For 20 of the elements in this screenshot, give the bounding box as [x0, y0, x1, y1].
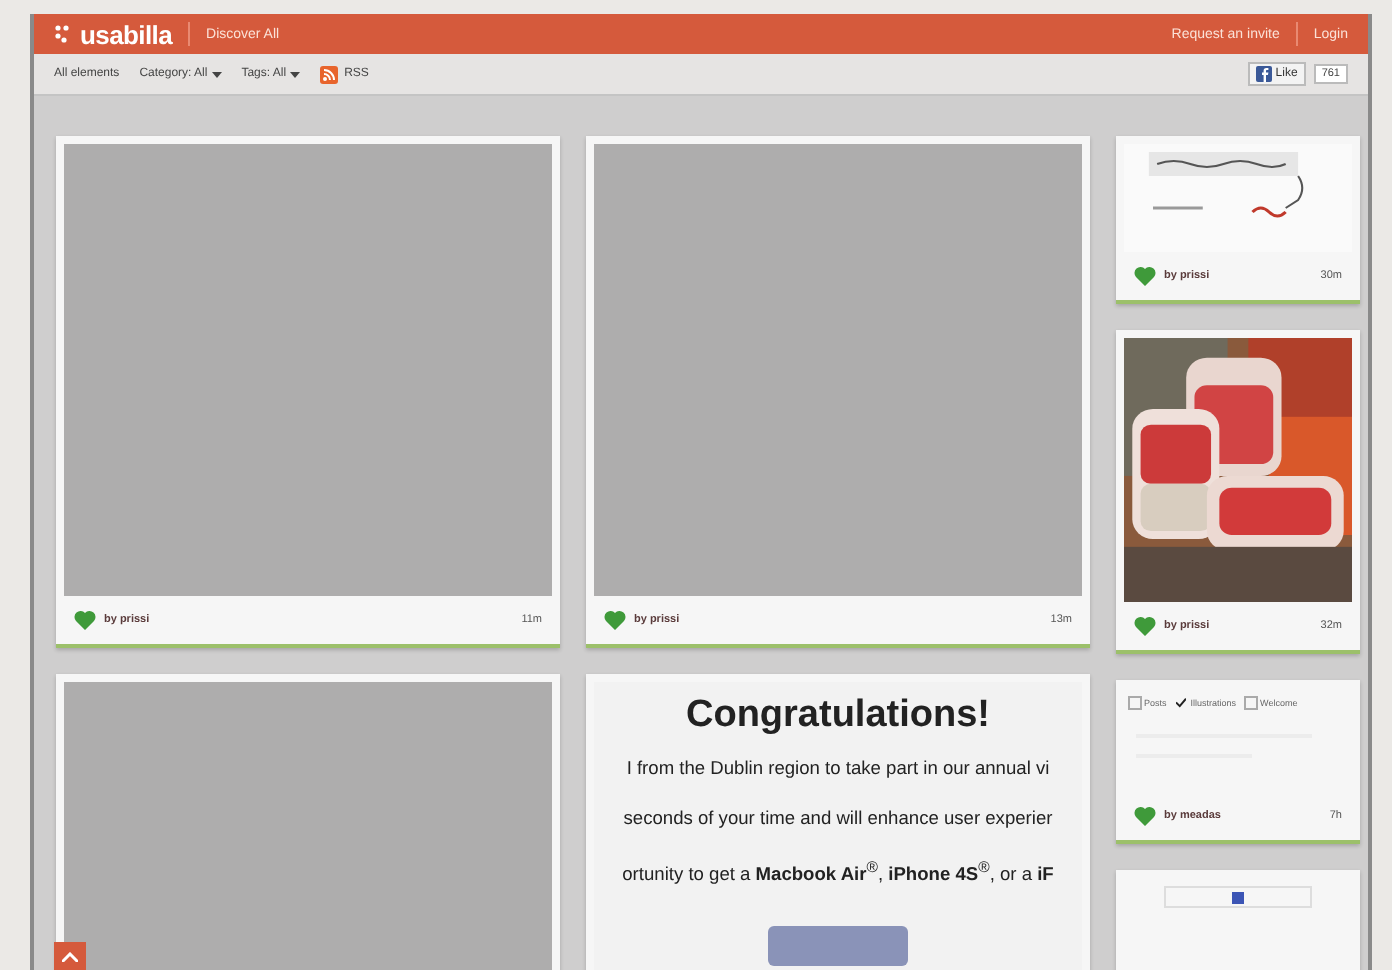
heart-icon[interactable] — [1134, 616, 1156, 636]
heart-icon[interactable] — [74, 610, 96, 630]
survey-text: seconds of your time and will enhance user experier — [623, 808, 1053, 828]
checkmark-icon — [1176, 696, 1187, 710]
heart-icon[interactable] — [1134, 266, 1156, 286]
survey-text: I from the Dublin region to take part in our annual vi — [626, 758, 1050, 778]
logo-icon — [54, 24, 74, 44]
survey-title: Congratulations! — [686, 694, 990, 738]
heart-icon[interactable] — [604, 610, 626, 630]
heart-icon[interactable] — [1134, 806, 1156, 826]
caret-icon — [290, 71, 301, 77]
rss-icon — [320, 65, 339, 83]
caret-icon — [211, 71, 222, 77]
scroll-top-button[interactable] — [54, 942, 86, 970]
survey-text: ortunity to get a Macbook Air$^{®}$, iPhone 4S$^{®}$, or a iF — [622, 858, 1054, 885]
chevron-up-icon — [62, 951, 78, 961]
card[interactable]: Congratulations! I from the Dublin region to take part in our annual vi seconds of your time and will enhance user experier ortunity to get a Macbook Air$^{®}$, iPhone 4S$^{®}$, or a iF — [586, 674, 1090, 970]
logo[interactable]: usabilla — [54, 19, 173, 49]
facebook-icon — [1255, 66, 1272, 82]
survey-button[interactable] — [768, 926, 908, 967]
